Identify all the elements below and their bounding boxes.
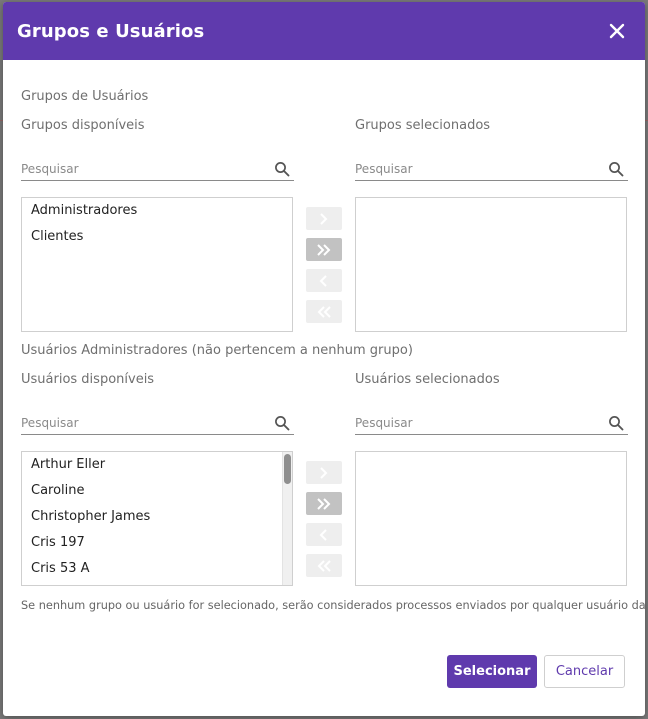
dialog-header: Grupos e Usuários <box>3 2 645 60</box>
available-groups-search <box>21 157 294 181</box>
scrollbar-thumb[interactable] <box>284 454 291 484</box>
selected-groups-search <box>355 157 628 181</box>
selected-users-search <box>355 411 628 435</box>
move-selected-right-button[interactable] <box>306 207 342 230</box>
search-icon[interactable] <box>608 415 624 431</box>
groups-transfer-buttons <box>306 207 342 331</box>
cancel-button[interactable]: Cancelar <box>544 655 625 688</box>
dialog-title: Grupos e Usuários <box>17 20 205 42</box>
double-chevron-left-icon <box>317 305 331 318</box>
double-chevron-right-icon <box>317 243 331 256</box>
available-users-list[interactable]: Arthur Eller Caroline Christopher James … <box>21 451 293 586</box>
selected-users-label: Usuários selecionados <box>355 372 500 387</box>
groups-section-title: Grupos de Usuários <box>21 89 149 104</box>
double-chevron-left-icon <box>317 559 331 572</box>
chevron-right-icon <box>320 212 328 225</box>
chevron-left-icon <box>319 528 327 541</box>
users-transfer-buttons <box>306 461 342 585</box>
available-users-search <box>21 411 294 435</box>
move-all-right-button[interactable] <box>306 492 342 515</box>
move-all-right-button[interactable] <box>306 238 342 261</box>
close-icon <box>609 23 625 39</box>
users-section-title: Usuários Administradores (não pertencem … <box>21 343 413 358</box>
selected-groups-list[interactable] <box>355 197 627 332</box>
move-all-left-button[interactable] <box>306 300 342 323</box>
chevron-right-icon <box>320 466 328 479</box>
selected-groups-label: Grupos selecionados <box>355 118 491 133</box>
selection-footnote: Se nenhum grupo ou usuário for seleciona… <box>21 599 645 612</box>
list-scrollbar[interactable] <box>282 452 292 585</box>
list-item[interactable]: Christopher James <box>22 504 292 530</box>
select-button[interactable]: Selecionar <box>447 655 537 688</box>
available-groups-label: Grupos disponíveis <box>21 118 145 133</box>
selected-groups-search-input[interactable] <box>355 161 608 176</box>
search-icon[interactable] <box>274 415 290 431</box>
selected-users-list[interactable] <box>355 451 627 586</box>
search-icon[interactable] <box>608 161 624 177</box>
move-selected-right-button[interactable] <box>306 461 342 484</box>
available-groups-search-input[interactable] <box>21 161 274 176</box>
list-item[interactable]: Clientes <box>22 224 292 250</box>
list-item[interactable]: Cris 197 <box>22 530 292 556</box>
list-item[interactable]: Caroline <box>22 478 292 504</box>
available-groups-list[interactable]: Administradores Clientes <box>21 197 293 332</box>
double-chevron-right-icon <box>317 497 331 510</box>
selected-users-search-input[interactable] <box>355 415 608 430</box>
available-users-label: Usuários disponíveis <box>21 372 155 387</box>
groups-users-dialog: Grupos e Usuários Grupos de Usuários Gru… <box>3 2 645 716</box>
move-selected-left-button[interactable] <box>306 523 342 546</box>
list-item[interactable]: Arthur Eller <box>22 452 292 478</box>
move-selected-left-button[interactable] <box>306 269 342 292</box>
list-item[interactable]: Administradores <box>22 198 292 224</box>
move-all-left-button[interactable] <box>306 554 342 577</box>
list-item[interactable]: Cris 53 A <box>22 556 292 582</box>
available-users-search-input[interactable] <box>21 415 274 430</box>
chevron-left-icon <box>319 274 327 287</box>
close-button[interactable] <box>603 17 631 45</box>
search-icon[interactable] <box>274 161 290 177</box>
